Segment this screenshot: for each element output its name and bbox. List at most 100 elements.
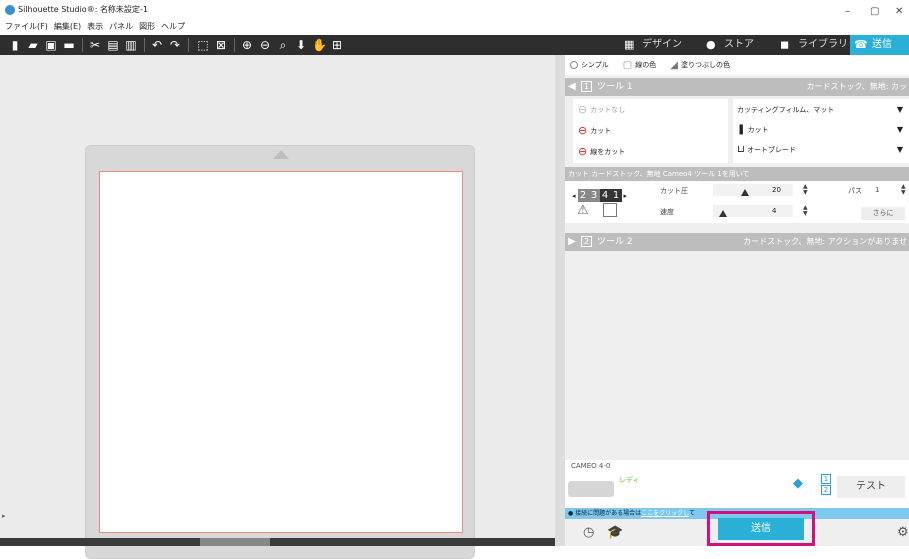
deselect-icon[interactable]: ⊠	[214, 38, 228, 52]
cut-summary-bar: カット カードストック、無地 Cameo4 ツール 1を用いて	[565, 167, 909, 181]
menu-shape[interactable]: 図形	[139, 21, 155, 33]
maximize-icon[interactable]: ▢	[870, 6, 879, 17]
save-icon[interactable]: ▣	[44, 38, 58, 52]
step-button[interactable]: 3	[588, 189, 600, 202]
force-spinner-icon[interactable]: ▲ ▼	[803, 184, 808, 196]
page-selector[interactable]: 1 2	[821, 474, 831, 496]
feed-direction-icon	[273, 150, 289, 159]
device-name: CAMEO 4-0	[571, 462, 611, 470]
tab-library[interactable]: ◼ ライブラリ	[776, 35, 850, 55]
speed-slider-handle[interactable]	[718, 210, 727, 217]
minimize-icon[interactable]: –	[845, 6, 850, 17]
tool-value: オートブレード	[747, 146, 797, 154]
move-arrows-icon[interactable]: ◆	[793, 476, 803, 491]
design-canvas[interactable]	[0, 55, 555, 559]
blade-action-icon: ❚	[737, 124, 746, 135]
close-icon[interactable]: ✕	[895, 6, 903, 17]
mode-fill-color[interactable]: ◢ 塗りつぶしの色	[670, 60, 730, 71]
passes-value[interactable]: 1	[875, 186, 879, 194]
passes-spinner-icon[interactable]: ▲ ▼	[901, 184, 906, 196]
mode-simple[interactable]: シンプル	[570, 60, 609, 70]
tool-select[interactable]: ⊔ オートブレード ▼	[737, 141, 909, 159]
send-panel: シンプル ▢ 線の色 ◢ 塗りつぶしの色 ◀ 1 ツール 1 カードストック、無…	[565, 55, 909, 546]
tutorial-icon[interactable]: 🎓	[607, 525, 623, 540]
print-icon[interactable]: ▬	[62, 38, 76, 52]
dropdown-caret-icon: ▼	[896, 145, 903, 154]
mode-simple-label: シンプル	[581, 61, 609, 69]
cutter-device-icon	[568, 481, 614, 497]
material-value: カッティングフィルム、マット	[737, 106, 835, 114]
horizontal-scroll-thumb[interactable]	[200, 538, 270, 546]
cut-settings-panel: ◂ 2 3 4 1 ▸ ⚠ カット圧 20 ▲ ▼ パス 1 ▲ ▼ 速度 4 ▲ ▼…	[565, 181, 909, 223]
menu-panel[interactable]: パネル	[109, 21, 133, 33]
mode-line-color[interactable]: ▢ 線の色	[623, 60, 656, 71]
menu-file[interactable]: ファイル(F)	[5, 21, 48, 33]
send-button-highlight: 送信	[707, 511, 815, 546]
fit-page-icon[interactable]: ⊞	[330, 38, 344, 52]
select-all-icon[interactable]: ⬚	[196, 38, 210, 52]
pan-hand-icon[interactable]: ✋	[312, 38, 327, 52]
redo-icon[interactable]: ↷	[168, 38, 182, 52]
force-slider-handle[interactable]	[741, 189, 749, 196]
tab-design[interactable]: ▦ デザイン	[620, 35, 702, 55]
action-no-cut[interactable]: ⊖ カットなし	[578, 103, 625, 116]
undo-icon[interactable]: ↶	[150, 38, 164, 52]
tool-1-material: カードストック、無地: カッ	[806, 82, 907, 91]
page-1[interactable]: 1	[821, 474, 831, 484]
help-text-end: て	[689, 510, 696, 517]
pan-down-icon[interactable]: ⬇	[294, 38, 308, 52]
collapse-arrow-icon: ◀	[568, 81, 576, 92]
zoom-in-icon[interactable]: ⊕	[240, 38, 254, 52]
cut-icon[interactable]: ✂	[88, 38, 102, 52]
cut-action-list: ⊖ カットなし ⊖ カット ⊖ 線をカット	[573, 99, 728, 163]
zoom-fit-icon[interactable]: ⌕	[276, 38, 290, 52]
speed-value[interactable]: 4	[767, 205, 793, 217]
step-button[interactable]: 1	[610, 189, 622, 202]
paste-icon[interactable]: ▥	[124, 38, 138, 52]
open-icon[interactable]: ▰	[26, 38, 40, 52]
expand-left-icon[interactable]: ▸	[2, 512, 6, 520]
tab-store[interactable]: ● ストア	[702, 35, 776, 55]
main-toolbar: ▮ ▰ ▣ ▬ ✂ ▤ ▥ ↶ ↷ ⬚ ⊠ ⊕ ⊖ ⌕ ⬇ ✋ ⊞ ▦ デザイン…	[0, 35, 909, 55]
test-button[interactable]: テスト	[837, 476, 905, 498]
tab-library-label: ライブラリ	[798, 39, 848, 50]
line-color-icon: ▢	[622, 59, 633, 71]
passes-label: パス	[848, 187, 862, 195]
action-cut[interactable]: ⊖ カット	[578, 124, 611, 137]
library-icon: ◼	[780, 38, 790, 51]
tab-send[interactable]: ☎ 送信	[850, 35, 909, 55]
step-button[interactable]: 2	[577, 189, 589, 202]
action-cut-line-label: 線をカット	[590, 147, 626, 156]
step-button[interactable]: 4	[599, 189, 611, 202]
action-select[interactable]: ❚ カット ▼	[737, 121, 909, 139]
horizontal-scrollbar[interactable]	[0, 538, 555, 546]
speed-spinner-icon[interactable]: ▲ ▼	[803, 205, 808, 217]
silhouette-app-icon	[5, 5, 15, 15]
settings-gear-icon[interactable]: ⚙	[897, 525, 909, 540]
tool-2-header[interactable]: ▶ 2 ツール 2 カードストック、無地: アクションがありませ	[565, 233, 909, 251]
design-page[interactable]	[99, 171, 463, 533]
zoom-out-icon[interactable]: ⊖	[258, 38, 272, 52]
menu-edit[interactable]: 編集(E)	[54, 21, 81, 33]
history-icon[interactable]: ◷	[583, 525, 594, 540]
more-button[interactable]: さらに	[861, 207, 905, 220]
tab-store-label: ストア	[724, 39, 754, 50]
vertical-scrollbar[interactable]	[555, 55, 565, 546]
right-arrow-icon[interactable]: ▸	[624, 192, 628, 200]
send-button[interactable]: 送信	[718, 518, 804, 540]
page-2[interactable]: 2	[821, 485, 831, 495]
new-file-icon[interactable]: ▮	[8, 38, 22, 52]
left-arrow-icon[interactable]: ◂	[572, 192, 576, 200]
help-link[interactable]: ここをクリックし	[641, 510, 689, 517]
tool-1-header[interactable]: ◀ 1 ツール 1 カードストック、無地: カッ	[565, 78, 909, 96]
menu-view[interactable]: 表示	[87, 21, 103, 33]
force-value[interactable]: 20	[767, 184, 793, 196]
copy-icon[interactable]: ▤	[106, 38, 120, 52]
step-selector[interactable]: ◂ 2 3 4 1 ▸	[572, 189, 627, 202]
cutting-mat[interactable]	[85, 145, 475, 559]
material-select[interactable]: カッティングフィルム、マット ▼	[737, 101, 909, 119]
toolbar-divider	[188, 38, 189, 52]
mode-line-color-label: 線の色	[635, 61, 657, 69]
menu-help[interactable]: ヘルプ	[161, 21, 185, 33]
action-cut-line[interactable]: ⊖ 線をカット	[578, 145, 625, 158]
